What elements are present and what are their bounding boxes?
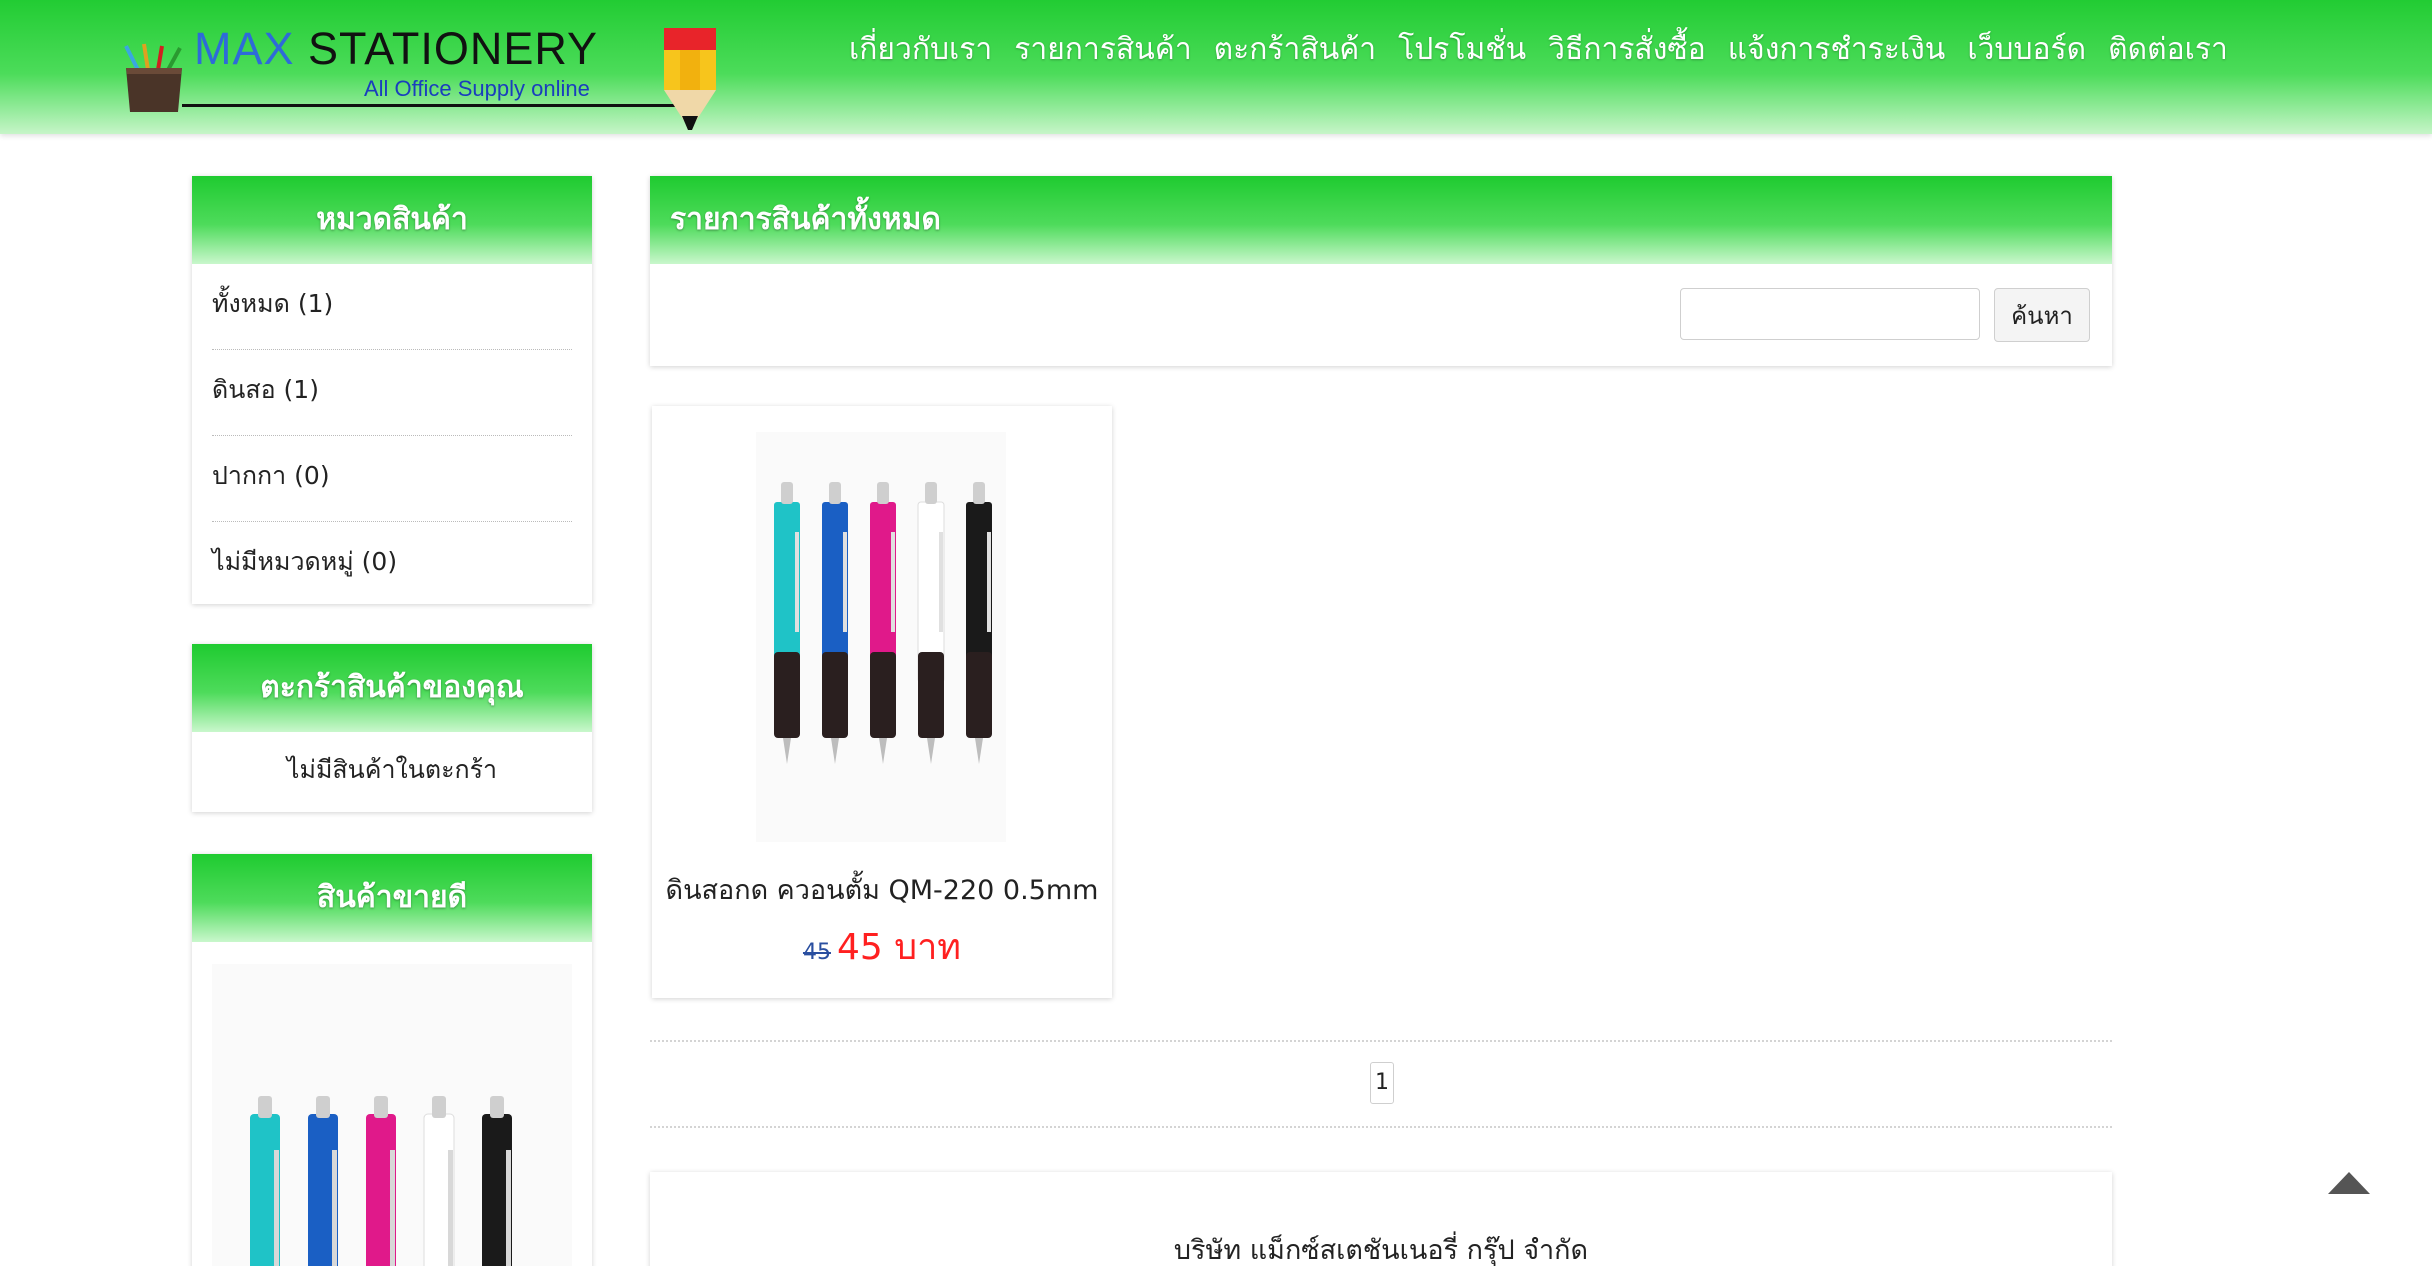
bestseller-product-image[interactable]: [212, 964, 572, 1266]
category-pen[interactable]: ปากกา (0): [212, 436, 572, 522]
product-card[interactable]: ดินสอกด ควอนตั้ม QM-220 0.5mm 45 45 บาท: [652, 406, 1112, 998]
bestseller-title: สินค้าขายดี: [192, 854, 592, 942]
nav-payment[interactable]: แจ้งการชำระเงิน: [1717, 22, 1957, 78]
search-button[interactable]: ค้นหา: [1994, 288, 2090, 342]
nav-promotions[interactable]: โปรโมชั่น: [1387, 22, 1537, 78]
pagination-divider-top: [650, 1040, 2112, 1042]
logo-tagline: All Office Supply online: [364, 76, 590, 101]
product-old-price: 45: [802, 940, 831, 965]
product-list-title: รายการสินค้าทั้งหมด: [650, 176, 2112, 264]
nav-how-to-order[interactable]: วิธีการสั่งซื้อ: [1537, 22, 1717, 78]
category-pencil[interactable]: ดินสอ (1): [212, 350, 572, 436]
category-list: ทั้งหมด (1) ดินสอ (1) ปากกา (0) ไม่มีหมว…: [192, 264, 592, 608]
pencil-icon: [664, 28, 716, 130]
nav-products[interactable]: รายการสินค้า: [1003, 22, 1202, 78]
footer-panel: บริษัท แม็กซ์สเตชันเนอรี่ กรุ๊ป จำกัด: [650, 1172, 2112, 1266]
categories-panel: หมวดสินค้า ทั้งหมด (1) ดินสอ (1) ปากกา (…: [192, 176, 592, 604]
cart-title: ตะกร้าสินค้าของคุณ: [192, 644, 592, 732]
product-current-price: 45 บาท: [836, 927, 962, 968]
nav-about[interactable]: เกี่ยวกับเรา: [838, 22, 1003, 78]
nav-contact[interactable]: ติดต่อเรา: [2097, 22, 2239, 78]
scroll-top-icon[interactable]: [2326, 1170, 2372, 1196]
cart-empty-text: ไม่มีสินค้าในตะกร้า: [286, 755, 498, 784]
pagination-divider-bottom: [650, 1126, 2112, 1128]
logo-max: MAX: [194, 23, 295, 74]
category-all[interactable]: ทั้งหมด (1): [212, 264, 572, 350]
cart-panel: ตะกร้าสินค้าของคุณ ไม่มีสินค้าในตะกร้า: [192, 644, 592, 812]
pens-illustration: [250, 1096, 512, 1266]
product-price: 45 45 บาท: [652, 918, 1112, 975]
logo-underline: [182, 104, 682, 107]
pencil-cup-icon: [124, 43, 182, 112]
categories-title: หมวดสินค้า: [192, 176, 592, 264]
nav-cart[interactable]: ตะกร้าสินค้า: [1203, 22, 1387, 78]
footer-company-name: บริษัท แม็กซ์สเตชันเนอรี่ กรุ๊ป จำกัด: [1173, 1235, 1589, 1266]
product-image[interactable]: [756, 432, 1006, 842]
search-input[interactable]: [1680, 288, 1980, 340]
site-logo[interactable]: MAX STATIONERY All Office Supply online: [112, 20, 722, 130]
nav-webboard[interactable]: เว็บบอร์ด: [1956, 22, 2097, 78]
product-pens-illustration: [774, 482, 992, 764]
pagination-page-1[interactable]: 1: [1370, 1062, 1394, 1104]
logo-stationery: STATIONERY: [308, 23, 599, 74]
logo-title: MAX STATIONERY: [194, 24, 598, 74]
site-header: MAX STATIONERY All Office Supply online …: [0, 0, 2432, 134]
product-name[interactable]: ดินสอกด ควอนตั้ม QM-220 0.5mm: [652, 868, 1112, 911]
category-uncategorized[interactable]: ไม่มีหมวดหมู่ (0): [212, 522, 572, 608]
bestseller-panel: สินค้าขายดี: [192, 854, 592, 1266]
main-nav: เกี่ยวกับเรา รายการสินค้า ตะกร้าสินค้า โ…: [838, 22, 2239, 78]
